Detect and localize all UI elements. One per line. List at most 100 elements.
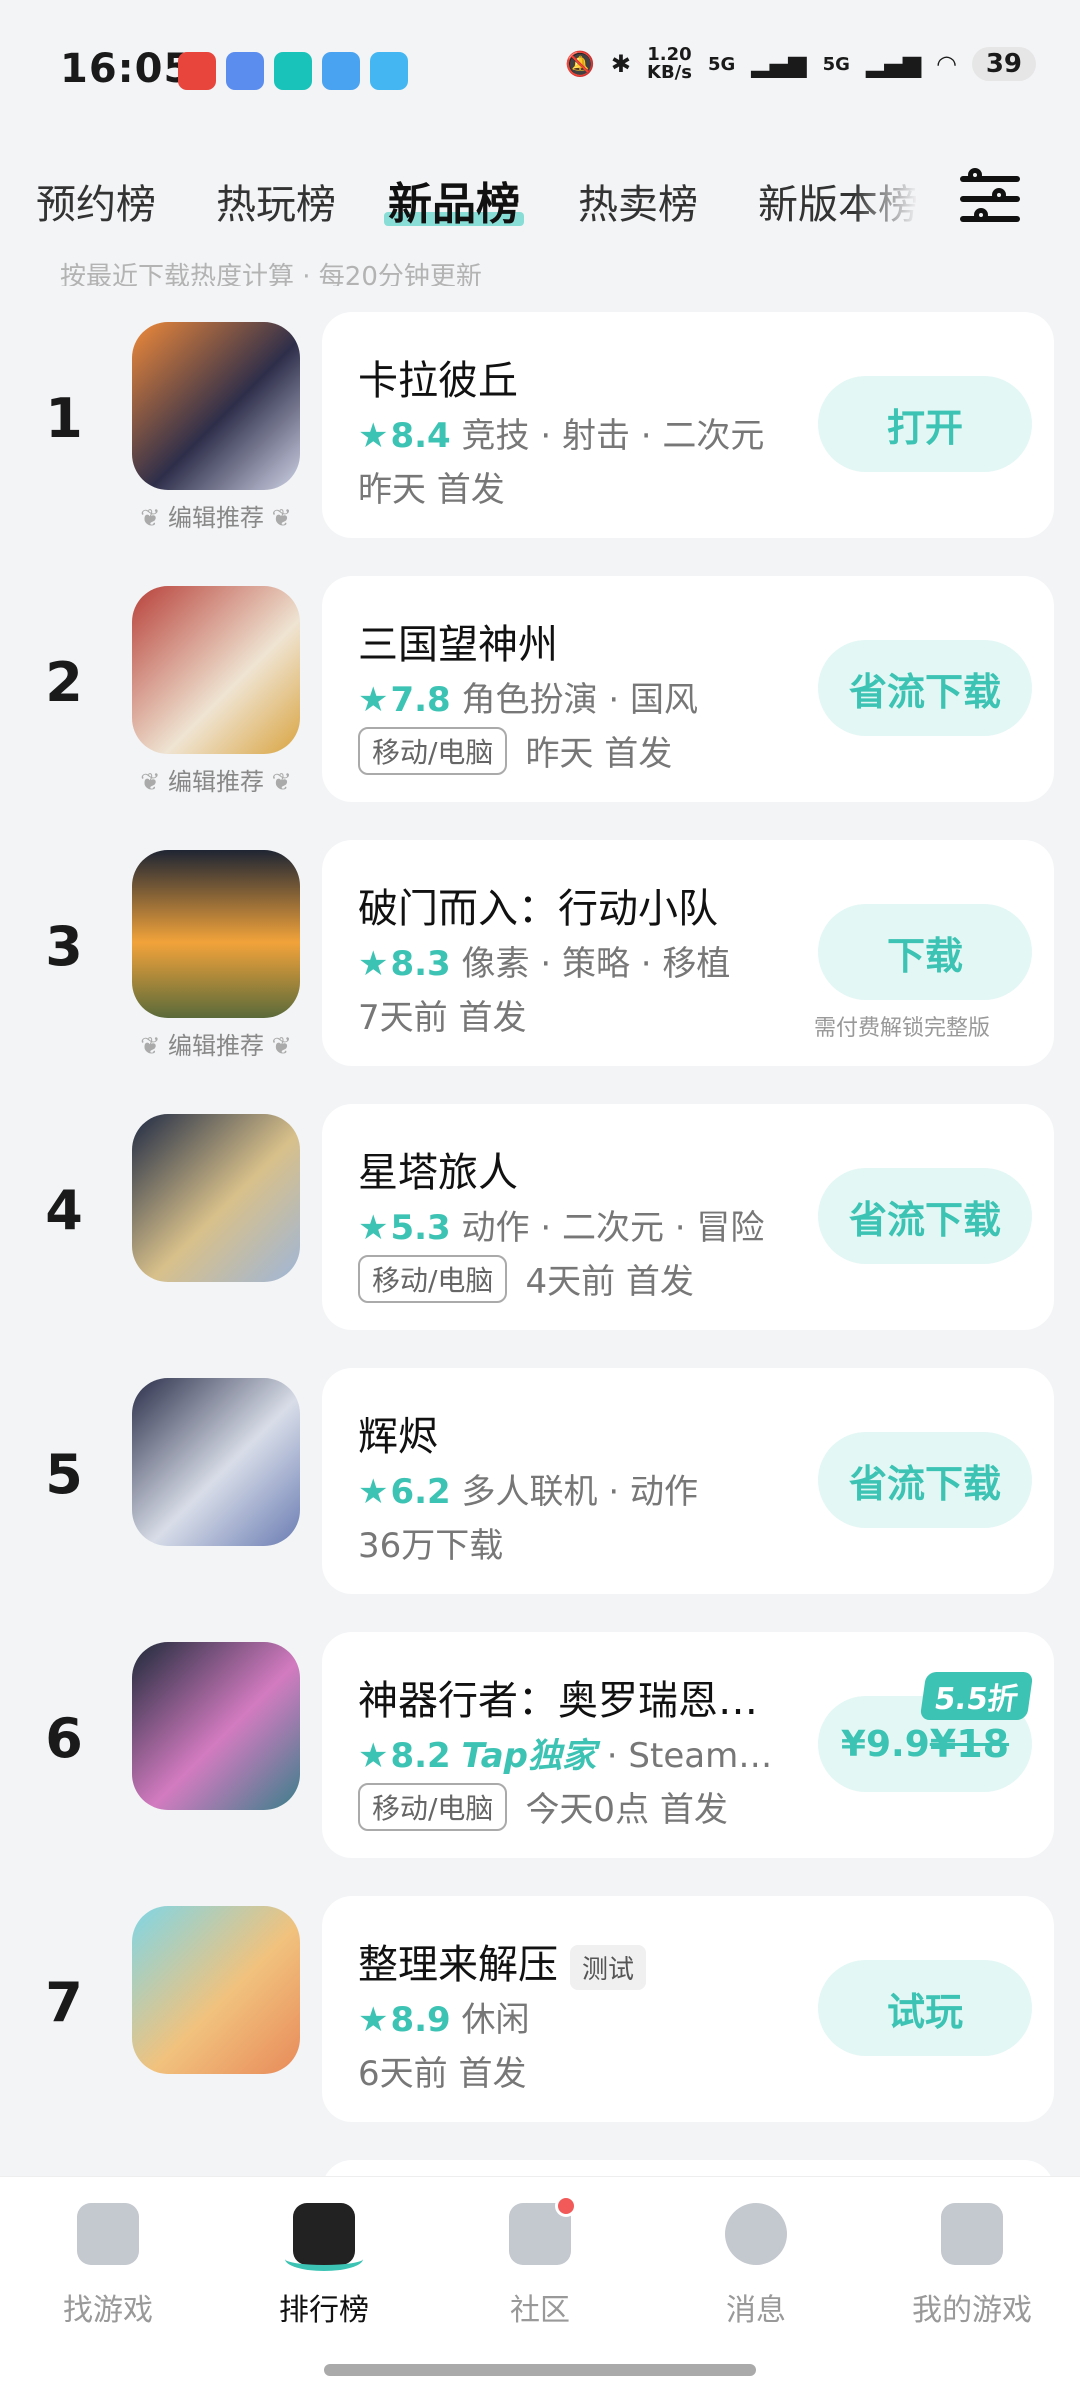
game-row[interactable]: 3 编辑推荐 破门而入：行动小队 8.3 像素 · 策略 · 移植 7天前 首发… <box>0 840 1080 1070</box>
tab-best-selling[interactable]: 热卖榜 <box>578 172 698 230</box>
rank-number: 5 <box>45 1443 83 1506</box>
game-icon[interactable] <box>132 1378 300 1546</box>
game-meta: 8.9 休闲 <box>358 1992 530 2041</box>
test-tag: 测试 <box>570 1944 647 1990</box>
rating-score: 8.2 <box>358 1736 451 1776</box>
nav-ranking[interactable]: 排行榜 <box>216 2203 432 2329</box>
nav-label: 消息 <box>726 2293 786 2328</box>
platform-badge: 移动/电脑 <box>358 1782 508 1831</box>
send-notification-icon <box>370 52 408 90</box>
download-button[interactable]: 下载 <box>818 904 1032 1000</box>
nav-find-game[interactable]: 找游戏 <box>0 2203 216 2329</box>
rating-score: 5.3 <box>358 1208 451 1248</box>
nav-messages[interactable]: 消息 <box>648 2203 864 2329</box>
game-genres: 像素 · 策略 · 移植 <box>461 944 731 984</box>
app-notification-icon <box>226 52 264 90</box>
game-genres: 休闲 <box>461 2000 530 2040</box>
net-speed-unit: KB/s <box>647 62 692 83</box>
nav-my-games[interactable]: 我的游戏 <box>864 2203 1080 2329</box>
game-name-line: 整理来解压 测试 <box>358 1932 647 1990</box>
open-button[interactable]: 打开 <box>818 376 1032 472</box>
release-text: 昨天 首发 <box>358 470 505 510</box>
rating-score: 8.9 <box>358 2000 451 2040</box>
game-icon[interactable] <box>132 322 300 490</box>
my-games-icon <box>941 2203 1003 2265</box>
game-name: 整理来解压 <box>358 1942 558 1988</box>
game-icon[interactable] <box>132 1642 300 1810</box>
community-icon <box>509 2195 577 2265</box>
game-card[interactable]: 整理来解压测试 8.9 休闲 6天前 首发 试玩 <box>322 1896 1054 2122</box>
game-icon[interactable] <box>132 1114 300 1282</box>
nav-label: 社区 <box>510 2293 570 2328</box>
tab-reservation[interactable]: 预约榜 <box>36 172 156 230</box>
game-name: 三国望神州 <box>358 622 558 668</box>
game-name: 卡拉彼丘 <box>358 358 518 404</box>
editor-pick-label: 编辑推荐 <box>132 1026 300 1061</box>
rank-number: 3 <box>45 915 83 978</box>
game-row[interactable]: 6 神器行者：奥罗瑞恩… 8.2 Tap独家 · Steam… 移动/电脑 今天… <box>0 1632 1080 1862</box>
mute-icon: 🔕 <box>565 50 595 78</box>
ranking-icon <box>285 2203 363 2271</box>
ranking-hint: 按最近下载热度计算 · 每20分钟更新 <box>60 262 482 286</box>
game-card[interactable]: 星塔旅人 5.3 动作 · 二次元 · 冒险 移动/电脑 4天前 首发 省流下载 <box>322 1104 1054 1330</box>
signal-1-label: 5G <box>707 53 736 75</box>
game-row[interactable]: 4 星塔旅人 5.3 动作 · 二次元 · 冒险 移动/电脑 4天前 首发 省流… <box>0 1104 1080 1334</box>
tab-new-version[interactable]: 新版本榜 <box>758 172 918 230</box>
download-count: 36万下载 <box>358 1526 504 1566</box>
game-icon[interactable] <box>132 1906 300 2074</box>
nav-community[interactable]: 社区 <box>432 2195 648 2329</box>
rating-score: 6.2 <box>358 1472 451 1512</box>
nav-label: 排行榜 <box>279 2293 369 2328</box>
signal-2-label: 5G <box>822 53 850 75</box>
game-row[interactable]: 1 编辑推荐 卡拉彼丘 8.4 竞技 · 射击 · 二次元 昨天 首发 打开 <box>0 312 1080 542</box>
game-row[interactable]: 7 整理来解压测试 8.9 休闲 6天前 首发 试玩 <box>0 1896 1080 2126</box>
game-icon[interactable] <box>132 850 300 1018</box>
game-card[interactable]: 破门而入：行动小队 8.3 像素 · 策略 · 移植 7天前 首发 下载 需付费… <box>322 840 1054 1066</box>
baidu-notification-icon <box>322 52 360 90</box>
ranking-tabs: 预约榜 热玩榜 新品榜 热卖榜 新版本榜 <box>0 160 1080 240</box>
status-bar: 16:05 🔕 ✱ 1.20 KB/s 5G ▂▄▆ 5G ▂▄▆ ◠ 39 <box>0 0 1080 140</box>
game-name: 星塔旅人 <box>358 1150 518 1196</box>
lite-download-button[interactable]: 省流下载 <box>818 1432 1032 1528</box>
game-icon[interactable] <box>132 586 300 754</box>
game-row[interactable]: 2 编辑推荐 三国望神州 7.8 角色扮演 · 国风 移动/电脑 昨天 首发 省… <box>0 576 1080 806</box>
editor-pick-label: 编辑推荐 <box>132 498 300 533</box>
message-icon <box>725 2203 787 2265</box>
game-release-info: 移动/电脑 昨天 首发 <box>358 726 672 775</box>
nav-label: 找游戏 <box>63 2293 153 2328</box>
platform-badge: 移动/电脑 <box>358 1254 508 1303</box>
notification-icons <box>178 52 408 90</box>
original-price: ¥18 <box>929 1722 1010 1766</box>
game-name: 辉烬 <box>358 1414 438 1460</box>
game-card[interactable]: 三国望神州 7.8 角色扮演 · 国风 移动/电脑 昨天 首发 省流下载 <box>322 576 1054 802</box>
home-indicator[interactable] <box>324 2364 756 2376</box>
taptap-notification-icon <box>274 52 312 90</box>
tab-new-release[interactable]: 新品榜 <box>384 168 524 232</box>
wifi-icon: ◠ <box>937 50 956 78</box>
paid-unlock-note: 需付费解锁完整版 <box>813 1016 990 1041</box>
game-release-info: 移动/电脑 今天0点 首发 <box>358 1782 728 1831</box>
game-meta: 6.2 多人联机 · 动作 <box>358 1464 698 1513</box>
filter-settings-button[interactable] <box>960 168 1020 228</box>
game-card[interactable]: 卡拉彼丘 8.4 竞技 · 射击 · 二次元 昨天 首发 打开 <box>322 312 1054 538</box>
game-release-info: 7天前 首发 <box>358 990 526 1039</box>
game-genres: · Steam… <box>606 1736 773 1776</box>
tab-hot-play[interactable]: 热玩榜 <box>216 172 336 230</box>
find-game-icon <box>77 2203 139 2265</box>
rank-number: 1 <box>45 387 83 450</box>
release-text: 7天前 首发 <box>358 998 527 1038</box>
taobao-notification-icon <box>178 52 216 90</box>
network-speed: 1.20 KB/s <box>647 46 692 82</box>
game-name: 破门而入：行动小队 <box>358 886 718 932</box>
signal-2-icon: ▂▄▆ <box>865 50 922 78</box>
editor-pick-label: 编辑推荐 <box>132 762 300 797</box>
lite-download-button[interactable]: 省流下载 <box>818 1168 1032 1264</box>
lite-download-button[interactable]: 省流下载 <box>818 640 1032 736</box>
game-card[interactable]: 神器行者：奥罗瑞恩… 8.2 Tap独家 · Steam… 移动/电脑 今天0点… <box>322 1632 1054 1858</box>
rank-number: 2 <box>45 651 83 714</box>
game-row[interactable]: 5 辉烬 6.2 多人联机 · 动作 36万下载 省流下载 <box>0 1368 1080 1598</box>
trial-play-button[interactable]: 试玩 <box>818 1960 1032 2056</box>
game-card[interactable]: 辉烬 6.2 多人联机 · 动作 36万下载 省流下载 <box>322 1368 1054 1594</box>
game-meta: 7.8 角色扮演 · 国风 <box>358 672 698 721</box>
game-release-info: 6天前 首发 <box>358 2046 526 2095</box>
